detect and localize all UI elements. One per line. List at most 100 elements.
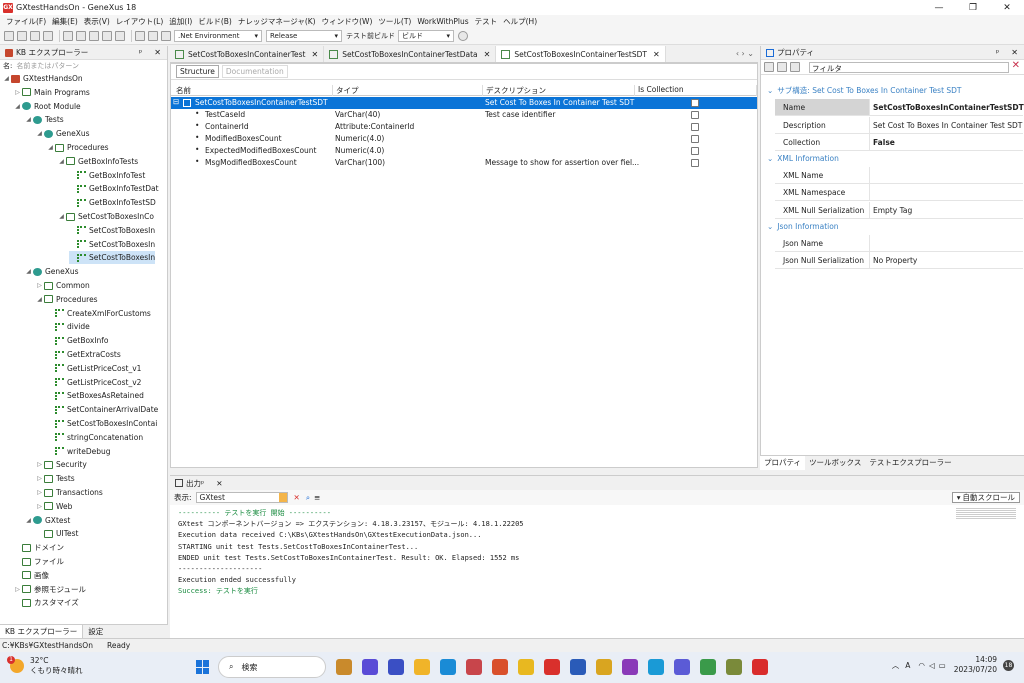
tree-expander-icon[interactable]: ▷: [36, 503, 43, 510]
tree-expander-icon[interactable]: ▷: [36, 475, 43, 482]
menu-item[interactable]: ヘルプ(H): [503, 16, 537, 27]
notification-badge[interactable]: 18: [1003, 659, 1014, 671]
tree-expander-icon[interactable]: ▷: [36, 461, 43, 468]
close-panel-icon[interactable]: ✕: [216, 479, 222, 488]
tree-expander-icon[interactable]: ◢: [25, 517, 32, 524]
tree-item[interactable]: ◢ Root Module: [14, 100, 80, 113]
ime-icon[interactable]: A: [905, 661, 910, 670]
tree-item[interactable]: ◢ Procedures: [36, 293, 97, 306]
tree-item[interactable]: UITest: [36, 527, 78, 540]
pin-icon[interactable]: ᵖ: [996, 48, 999, 57]
tree-item[interactable]: ▷ 参照モジュール: [14, 583, 86, 596]
tree-expander-icon[interactable]: ▷: [36, 282, 43, 289]
tree-item[interactable]: stringConcatenation: [47, 431, 143, 444]
wrap-icon[interactable]: ≡: [314, 493, 320, 502]
chevron-up-icon[interactable]: ︿: [892, 660, 900, 671]
tree-item[interactable]: ◢ GeneXus: [36, 127, 89, 140]
run-icon[interactable]: [161, 31, 171, 41]
close-panel-icon[interactable]: ✕: [1011, 48, 1018, 57]
taskbar-app-icon[interactable]: [544, 659, 560, 675]
start-icon[interactable]: [196, 660, 210, 674]
redo-icon[interactable]: [115, 31, 125, 41]
property-row[interactable]: Collection False: [775, 134, 1023, 152]
property-row[interactable]: XML Null Serialization Empty Tag: [775, 202, 1023, 219]
cut-icon[interactable]: [63, 31, 73, 41]
menu-item[interactable]: 編集(E): [52, 16, 78, 27]
tree-item[interactable]: SetCostToBoxesIn: [69, 238, 155, 251]
pin-icon[interactable]: ᵖ: [201, 479, 204, 488]
editor-tab[interactable]: SetCostToBoxesInContainerTest ✕: [170, 46, 325, 62]
categorized-icon[interactable]: [764, 62, 774, 72]
environment-select[interactable]: .Net Environment ▾: [174, 30, 262, 42]
tree-item[interactable]: GetBoxInfoTest: [69, 169, 145, 182]
menu-item[interactable]: WorkWithPlus: [417, 17, 468, 26]
is-collection-checkbox[interactable]: [691, 135, 699, 143]
column-header[interactable]: デスクリプション: [483, 85, 635, 96]
tree-expander-icon[interactable]: ▷: [36, 489, 43, 496]
editor-subtab[interactable]: Documentation: [221, 65, 288, 78]
tree-item[interactable]: ファイル: [14, 555, 64, 568]
tree-item[interactable]: SetBoxesAsRetained: [47, 389, 144, 402]
column-header[interactable]: Is Collection: [635, 85, 757, 96]
tree-item[interactable]: SetCostToBoxesIn: [69, 224, 155, 237]
menu-item[interactable]: 追加(I): [169, 16, 192, 27]
is-collection-checkbox[interactable]: [691, 147, 699, 155]
tree-expander-icon[interactable]: ▷: [14, 586, 21, 593]
tree-item[interactable]: ▷ Common: [36, 279, 90, 292]
copy-icon[interactable]: [76, 31, 86, 41]
structure-row[interactable]: ⊟ SetCostToBoxesInContainerTestSDT Set Cos…: [171, 97, 757, 109]
tree-item[interactable]: ◢ Tests: [25, 113, 64, 126]
tab-navigation[interactable]: ‹ › ⌄: [736, 49, 754, 58]
tree-item[interactable]: ◢ SetCostToBoxesInCo: [58, 210, 154, 223]
tree-expander-icon[interactable]: ◢: [25, 116, 32, 123]
editor-tab[interactable]: SetCostToBoxesInContainerTestData ✕: [324, 46, 497, 62]
tree-item[interactable]: GetBoxInfoTestDat: [69, 182, 159, 195]
battery-icon[interactable]: ▭: [939, 661, 946, 670]
properties-bottom-tab[interactable]: プロパティ: [760, 455, 806, 470]
tree-item[interactable]: ◢ GXtestHandsOn: [3, 72, 82, 85]
structure-row[interactable]: • ContainerId Attribute:ContainerId: [171, 121, 757, 133]
menu-item[interactable]: ツール(T): [378, 16, 411, 27]
taskbar-app-icon[interactable]: [414, 659, 430, 675]
sort-icon[interactable]: [777, 62, 787, 72]
column-header[interactable]: タイプ: [333, 85, 483, 96]
speaker-icon[interactable]: ◁: [929, 661, 935, 670]
taskbar-app-icon[interactable]: [492, 659, 508, 675]
menu-item[interactable]: ウィンドウ(W): [322, 16, 373, 27]
taskbar-app-icon[interactable]: [700, 659, 716, 675]
tree-item[interactable]: GetListPriceCost_v2: [47, 376, 141, 389]
build-select[interactable]: ビルド ▾: [398, 30, 454, 42]
taskbar-app-icon[interactable]: [518, 659, 534, 675]
taskbar-app-icon[interactable]: [466, 659, 482, 675]
tree-expander-icon[interactable]: ◢: [14, 103, 21, 110]
configuration-select[interactable]: Release ▾: [266, 30, 342, 42]
tree-item[interactable]: SetCostToBoxesInContai: [47, 417, 157, 430]
property-section[interactable]: ⌄ XML Information: [761, 152, 1024, 165]
tree-item[interactable]: GetExtraCosts: [47, 348, 121, 361]
taskbar-app-icon[interactable]: [440, 659, 456, 675]
menu-item[interactable]: ファイル(F): [6, 16, 46, 27]
tree-item[interactable]: ▷ Security: [36, 458, 87, 471]
clear-output-icon[interactable]: ✕: [294, 493, 300, 502]
menu-item[interactable]: レイアウト(L): [116, 16, 164, 27]
menu-item[interactable]: 表示(V): [84, 16, 110, 27]
property-section[interactable]: ⌄ Json Information: [761, 220, 1024, 233]
property-row[interactable]: Json Null Serialization No Property: [775, 252, 1023, 270]
property-row[interactable]: Description Set Cost To Boxes In Containe…: [775, 116, 1023, 134]
tree-expander-icon[interactable]: ◢: [47, 144, 54, 151]
tree-item[interactable]: GetBoxInfo: [47, 334, 109, 347]
tree-item[interactable]: SetContainerArrivalDate: [47, 403, 158, 416]
close-tab-icon[interactable]: ✕: [484, 50, 491, 59]
menu-item[interactable]: テスト: [475, 16, 498, 27]
tree-item[interactable]: ▷ Tests: [36, 472, 75, 485]
filter-icon[interactable]: [790, 62, 800, 72]
taskbar-app-icon[interactable]: [752, 659, 768, 675]
taskbar-app-icon[interactable]: [570, 659, 586, 675]
save-all-icon[interactable]: [43, 31, 53, 41]
tree-expander-icon[interactable]: ◢: [36, 296, 43, 303]
tree-item[interactable]: GetBoxInfoTestSD: [69, 196, 156, 209]
save-icon[interactable]: [30, 31, 40, 41]
tree-item[interactable]: CreateXmlForCustoms: [47, 307, 151, 320]
weather-widget[interactable]: 1 32°C くもり時々晴れ: [7, 656, 83, 676]
property-row[interactable]: Name SetCostToBoxesInContainerTestSDT: [775, 99, 1024, 116]
